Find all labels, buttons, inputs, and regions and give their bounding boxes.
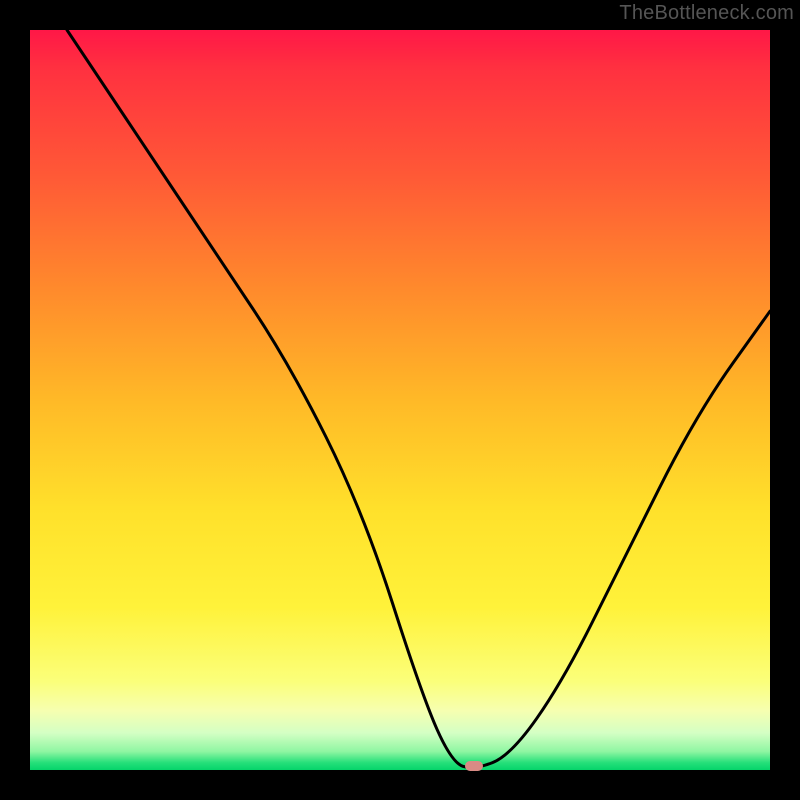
plot-area [30,30,770,770]
curve-svg [30,30,770,770]
optimum-marker [465,761,483,771]
watermark-text: TheBottleneck.com [619,2,794,25]
chart-frame: TheBottleneck.com [0,0,800,800]
bottleneck-curve-path [67,30,770,768]
